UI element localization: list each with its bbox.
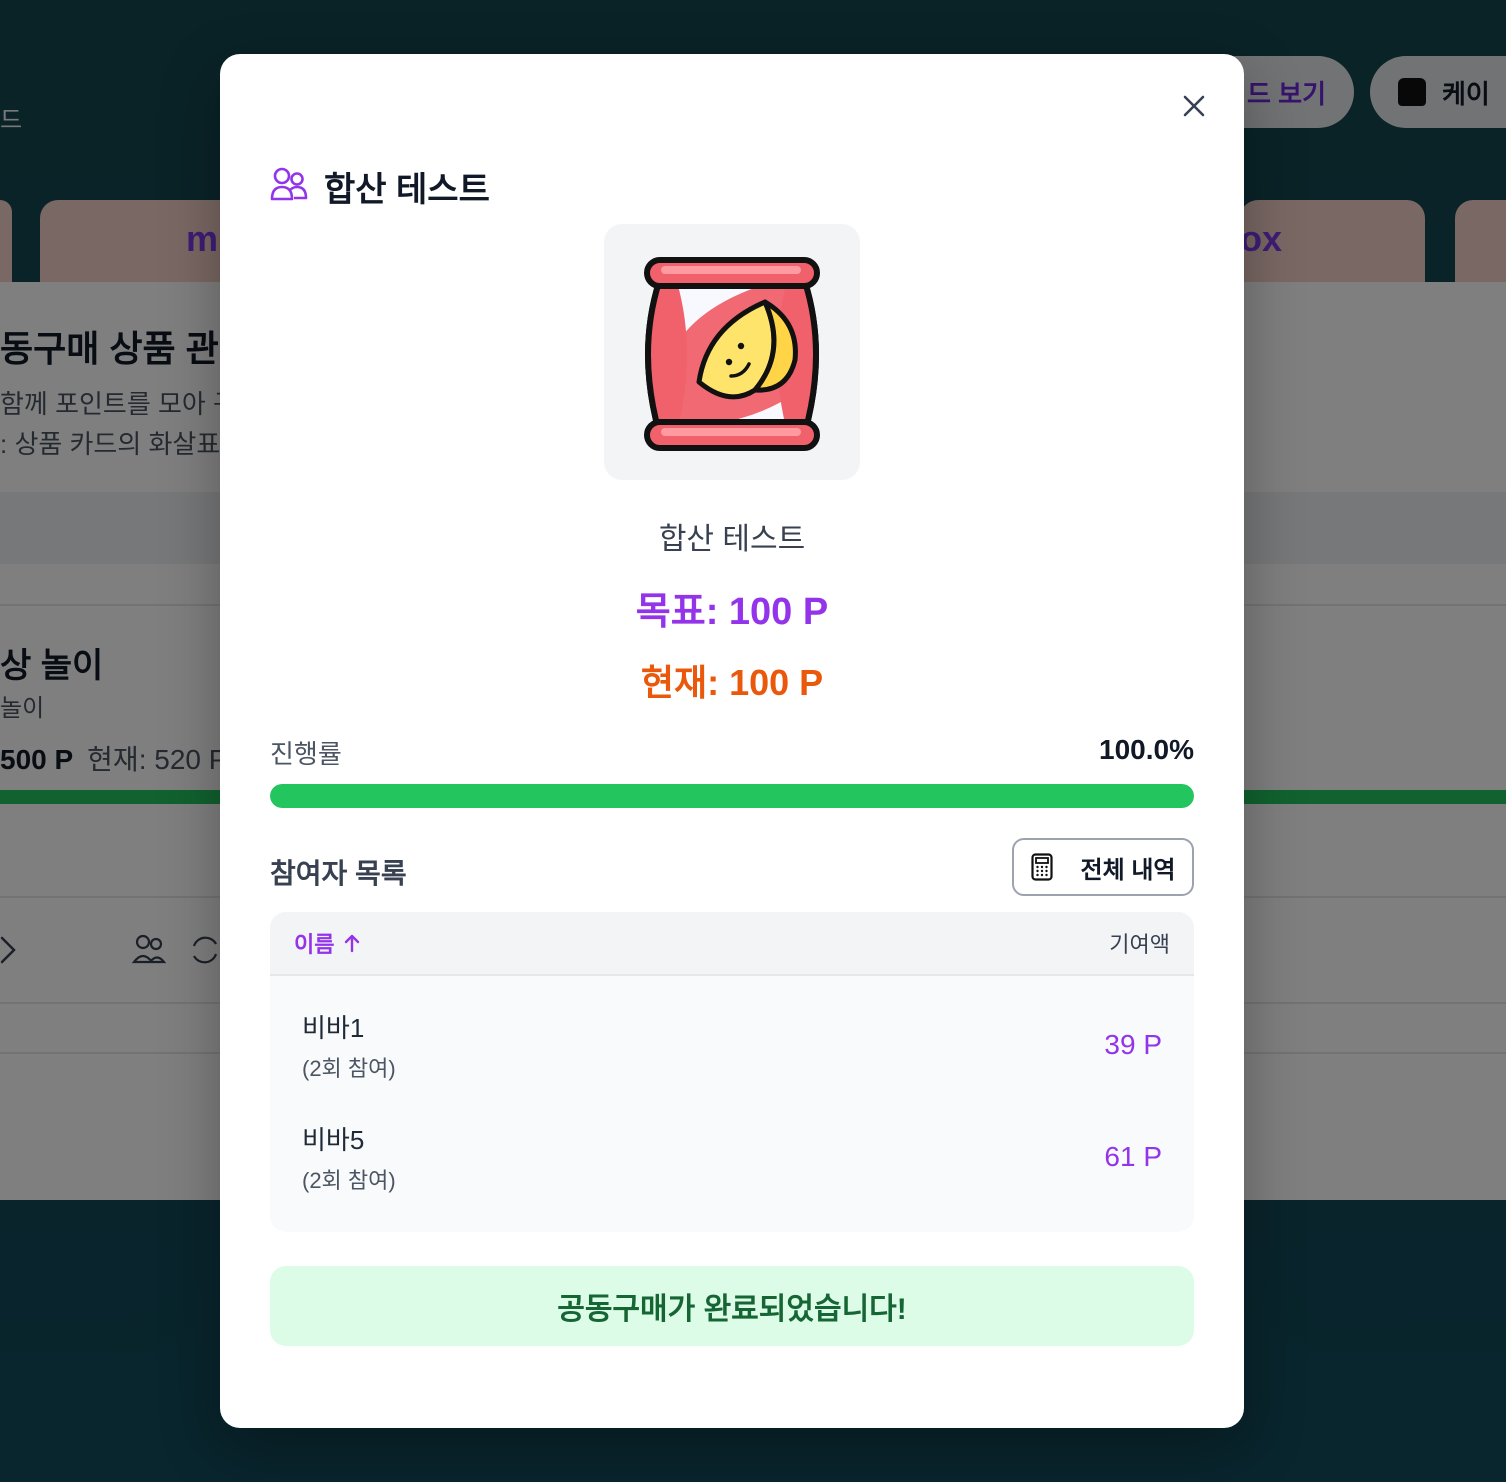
completion-message: 공동구매가 완료되었습니다! (270, 1266, 1194, 1346)
progress-value: 100.0% (1099, 734, 1194, 765)
column-name-label: 이름 (294, 932, 335, 957)
product-name: 합산 테스트 (658, 523, 806, 556)
chips-bag-icon (644, 257, 820, 451)
participant-amount: 39 P (1104, 1029, 1162, 1060)
table-row: 비바1 (2회 참여) 39 P (270, 1000, 1194, 1090)
modal-title: 합산 테스트 (324, 171, 490, 209)
full-history-label: 전체 내역 (1080, 856, 1176, 884)
participant-info: 비바1 (2회 참여) (302, 1008, 396, 1083)
table-row: 비바5 (2회 참여) 61 P (270, 1112, 1194, 1202)
progress-bar (270, 784, 1194, 808)
modal-header: 합산 테스트 (270, 162, 490, 211)
close-button[interactable] (1174, 86, 1214, 126)
column-amount-label: 기여액 (1109, 932, 1170, 957)
product-image (604, 224, 860, 480)
progress-label: 진행률 (270, 739, 342, 769)
goal-points: 목표: 100 P (635, 591, 829, 633)
participant-amount: 61 P (1104, 1141, 1162, 1172)
participants-table: 이름 기여액 비바1 (2회 참여) 39 P 비바5 (2회 참여) 61 P (270, 912, 1194, 1232)
sort-by-name-button[interactable]: 이름 (294, 927, 360, 959)
users-icon (270, 166, 308, 207)
participant-name: 비바5 (302, 1124, 365, 1155)
calculator-icon (1030, 853, 1053, 881)
group-buy-modal: 합산 테스트 합산 테스트 목표: 100 P 현재: 100 P 진행률 10… (220, 54, 1244, 1428)
full-history-button[interactable]: 전체 내역 (1012, 838, 1194, 896)
participants-label: 참여자 목록 (270, 858, 407, 889)
participant-info: 비바5 (2회 참여) (302, 1120, 396, 1195)
close-icon (1183, 95, 1205, 117)
table-header: 이름 기여액 (270, 912, 1194, 976)
participant-count: (2회 참여) (302, 1167, 396, 1193)
progress-bar-fill (270, 784, 1194, 808)
participant-name: 비바1 (302, 1012, 365, 1043)
participant-count: (2회 참여) (302, 1055, 396, 1081)
current-points: 현재: 100 P (640, 662, 824, 703)
arrow-up-icon (345, 934, 360, 953)
